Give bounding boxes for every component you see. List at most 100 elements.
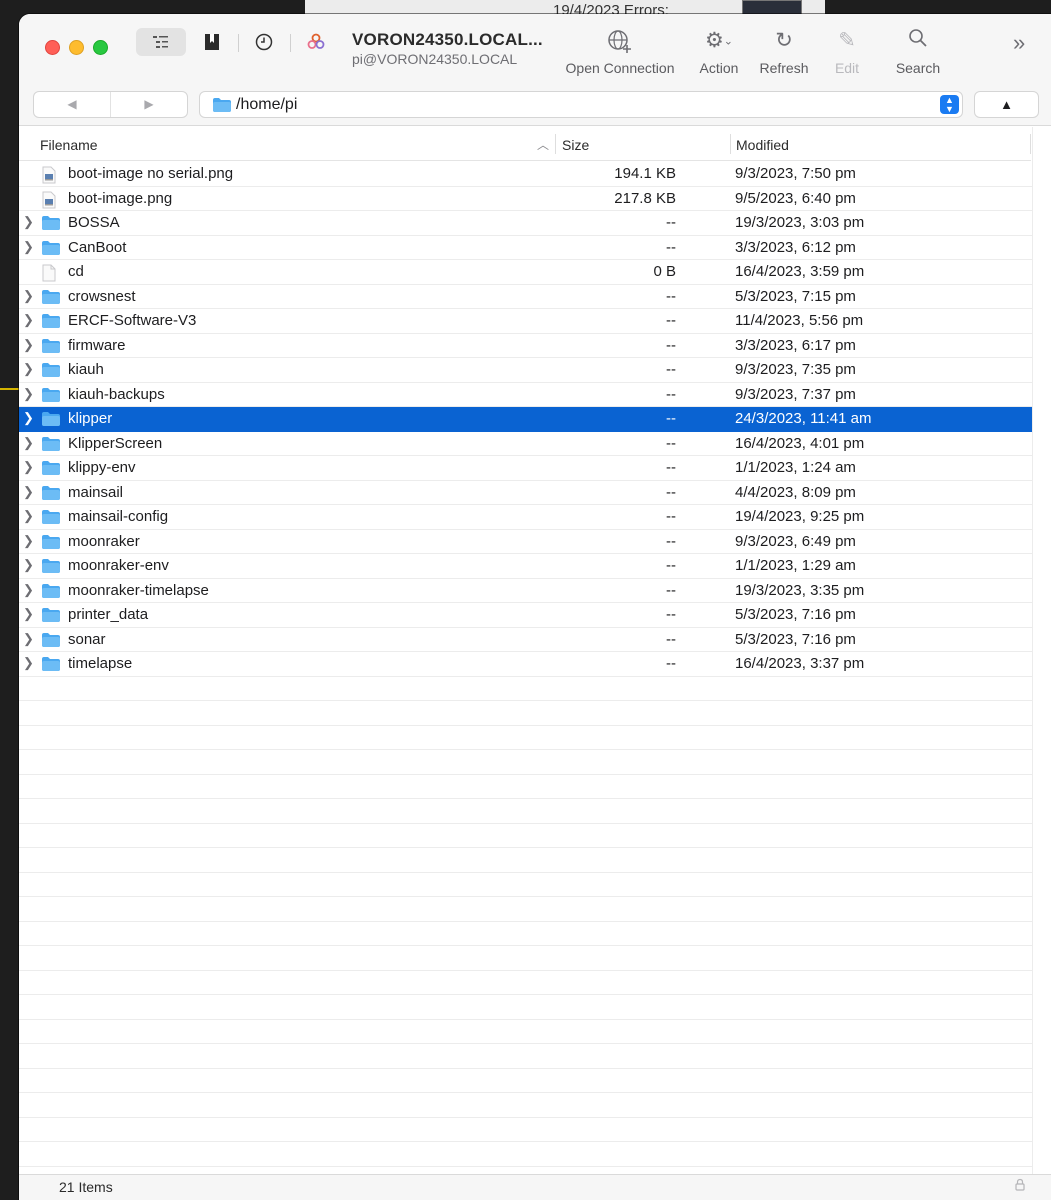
minimize-window-button[interactable] <box>69 40 84 55</box>
folder-icon <box>41 460 61 480</box>
disclosure-chevron-right-icon[interactable]: ❯ <box>23 410 34 426</box>
disclosure-chevron-right-icon[interactable]: ❯ <box>23 582 34 598</box>
disclosure-chevron-right-icon[interactable]: ❯ <box>23 508 34 524</box>
file-size: 217.8 KB <box>614 189 676 207</box>
disclosure-chevron-right-icon[interactable]: ❯ <box>23 484 34 500</box>
file-name: boot-image no serial.png <box>68 165 234 182</box>
edit-button[interactable]: ✎ Edit <box>825 28 869 76</box>
file-row[interactable]: ❯ crowsnest -- 5/3/2023, 7:15 pm <box>19 285 1032 309</box>
back-button[interactable]: ◀ <box>34 92 111 117</box>
disclosure-chevron-right-icon[interactable]: ❯ <box>23 557 34 573</box>
empty-row <box>19 750 1032 775</box>
file-row[interactable]: ❯ timelapse -- 16/4/2023, 3:37 pm <box>19 652 1032 677</box>
file-row[interactable]: ❯ moonraker -- 9/3/2023, 6:49 pm <box>19 530 1032 554</box>
file-name: moonraker <box>68 532 140 550</box>
pencil-icon: ✎ <box>838 29 856 52</box>
empty-row <box>19 946 1032 971</box>
zoom-window-button[interactable] <box>93 40 108 55</box>
empty-row <box>19 971 1032 995</box>
vertical-scrollbar[interactable] <box>1032 127 1051 1184</box>
disclosure-chevron-right-icon[interactable]: ❯ <box>23 312 34 328</box>
file-row[interactable]: ❯ firmware -- 3/3/2023, 6:17 pm <box>19 334 1032 358</box>
folder-icon <box>41 436 61 456</box>
open-connection-button[interactable]: Open Connection <box>559 28 681 76</box>
file-row[interactable]: ❯ BOSSA -- 19/3/2023, 3:03 pm <box>19 211 1032 236</box>
bookmarks-toggle[interactable] <box>199 28 225 56</box>
connection-title: VORON24350.LOCAL... <box>352 30 543 49</box>
file-row[interactable]: ❯ kiauh -- 9/3/2023, 7:35 pm <box>19 358 1032 383</box>
file-row[interactable]: ❯ KlipperScreen -- 16/4/2023, 4:01 pm <box>19 432 1032 456</box>
file-row[interactable]: ❯ moonraker-env -- 1/1/2023, 1:29 am <box>19 554 1032 579</box>
folder-icon <box>41 387 61 407</box>
empty-row <box>19 995 1032 1020</box>
file-modified: 16/4/2023, 3:37 pm <box>735 655 865 672</box>
close-window-button[interactable] <box>45 40 60 55</box>
clock-icon <box>255 33 273 51</box>
file-size: -- <box>666 361 676 378</box>
file-row[interactable]: ❯ moonraker-timelapse -- 19/3/2023, 3:35 pm <box>19 579 1032 603</box>
disclosure-chevron-right-icon[interactable]: ❯ <box>23 631 34 647</box>
toolbar-overflow-chevron-icon[interactable]: » <box>1013 30 1025 56</box>
file-row[interactable]: ❯ printer_data -- 5/3/2023, 7:16 pm <box>19 603 1032 628</box>
action-menu-button[interactable]: ⚙⌄ Action <box>691 28 747 76</box>
file-row[interactable]: ❯ CanBoot -- 3/3/2023, 6:12 pm <box>19 236 1032 260</box>
file-size: -- <box>666 238 676 256</box>
disclosure-chevron-right-icon[interactable]: ❯ <box>23 655 34 671</box>
file-name: mainsail <box>68 483 124 501</box>
file-row[interactable]: ❯ mainsail -- 4/4/2023, 8:09 pm <box>19 481 1032 505</box>
file-row[interactable]: ❯ ERCF-Software-V3 -- 11/4/2023, 5:56 pm <box>19 309 1032 334</box>
forward-button[interactable]: ▶ <box>111 92 187 117</box>
column-separator[interactable] <box>555 134 556 154</box>
disclosure-chevron-right-icon[interactable]: ❯ <box>23 533 34 549</box>
file-modified: 16/4/2023, 4:01 pm <box>735 434 865 452</box>
disclosure-chevron-right-icon[interactable]: ❯ <box>23 435 34 451</box>
file-row[interactable]: cd 0 B 16/4/2023, 3:59 pm <box>19 260 1032 285</box>
disclosure-chevron-right-icon[interactable]: ❯ <box>23 214 34 230</box>
size-column-header[interactable]: Size <box>562 137 589 153</box>
file-row[interactable]: ❯ klipper -- 24/3/2023, 11:41 am <box>19 407 1032 432</box>
history-toggle[interactable] <box>251 28 277 56</box>
disclosure-chevron-right-icon[interactable]: ❯ <box>23 288 34 304</box>
bonjour-toggle[interactable] <box>303 28 329 56</box>
file-modified: 9/3/2023, 7:50 pm <box>735 165 856 182</box>
sort-ascending-icon[interactable]: ︿ <box>537 136 549 153</box>
file-name: kiauh-backups <box>68 385 165 403</box>
file-name: ERCF-Software-V3 <box>68 312 197 329</box>
disclosure-chevron-right-icon[interactable]: ❯ <box>23 386 34 402</box>
modified-column-header[interactable]: Modified <box>736 137 789 153</box>
parent-directory-button[interactable]: ▲ <box>974 91 1039 118</box>
empty-row <box>19 897 1032 922</box>
disclosure-chevron-right-icon[interactable]: ❯ <box>23 239 34 255</box>
disclosure-chevron-right-icon[interactable]: ❯ <box>23 459 34 475</box>
outline-view-toggle[interactable] <box>136 28 186 56</box>
search-icon <box>887 28 949 54</box>
file-modified: 9/3/2023, 6:49 pm <box>735 532 856 550</box>
filename-column-header[interactable]: Filename <box>40 137 98 153</box>
file-row[interactable]: boot-image no serial.png 194.1 KB 9/3/2023… <box>19 162 1032 187</box>
folder-icon <box>41 509 61 529</box>
folder-icon <box>41 534 61 554</box>
file-row[interactable]: ❯ kiauh-backups -- 9/3/2023, 7:37 pm <box>19 383 1032 407</box>
column-separator[interactable] <box>730 134 731 154</box>
file-row[interactable]: ❯ klippy-env -- 1/1/2023, 1:24 am <box>19 456 1032 481</box>
empty-row <box>19 1044 1032 1069</box>
status-bar: 21 Items <box>19 1174 1051 1200</box>
disclosure-chevron-right-icon[interactable]: ❯ <box>23 606 34 622</box>
file-name: firmware <box>68 336 126 354</box>
disclosure-chevron-right-icon[interactable]: ❯ <box>23 337 34 353</box>
refresh-button[interactable]: ↻ Refresh <box>755 28 813 76</box>
path-selector[interactable]: /home/pi ▲ ▼ <box>199 91 963 118</box>
search-button[interactable]: Search <box>887 28 949 76</box>
folder-icon <box>41 215 61 235</box>
file-name: klipper <box>68 410 113 427</box>
disclosure-chevron-right-icon[interactable]: ❯ <box>23 361 34 377</box>
file-modified: 4/4/2023, 8:09 pm <box>735 483 856 501</box>
file-modified: 5/3/2023, 7:16 pm <box>735 630 856 648</box>
empty-row <box>19 1020 1032 1044</box>
file-row[interactable]: boot-image.png 217.8 KB 9/5/2023, 6:40 pm <box>19 187 1032 211</box>
file-row[interactable]: ❯ mainsail-config -- 19/4/2023, 9:25 pm <box>19 505 1032 530</box>
file-modified: 1/1/2023, 1:29 am <box>735 557 856 574</box>
file-row[interactable]: ❯ sonar -- 5/3/2023, 7:16 pm <box>19 628 1032 652</box>
path-dropdown-chevron-icon[interactable]: ▲ ▼ <box>940 95 959 114</box>
file-list: boot-image no serial.png 194.1 KB 9/3/2023… <box>19 162 1032 1184</box>
